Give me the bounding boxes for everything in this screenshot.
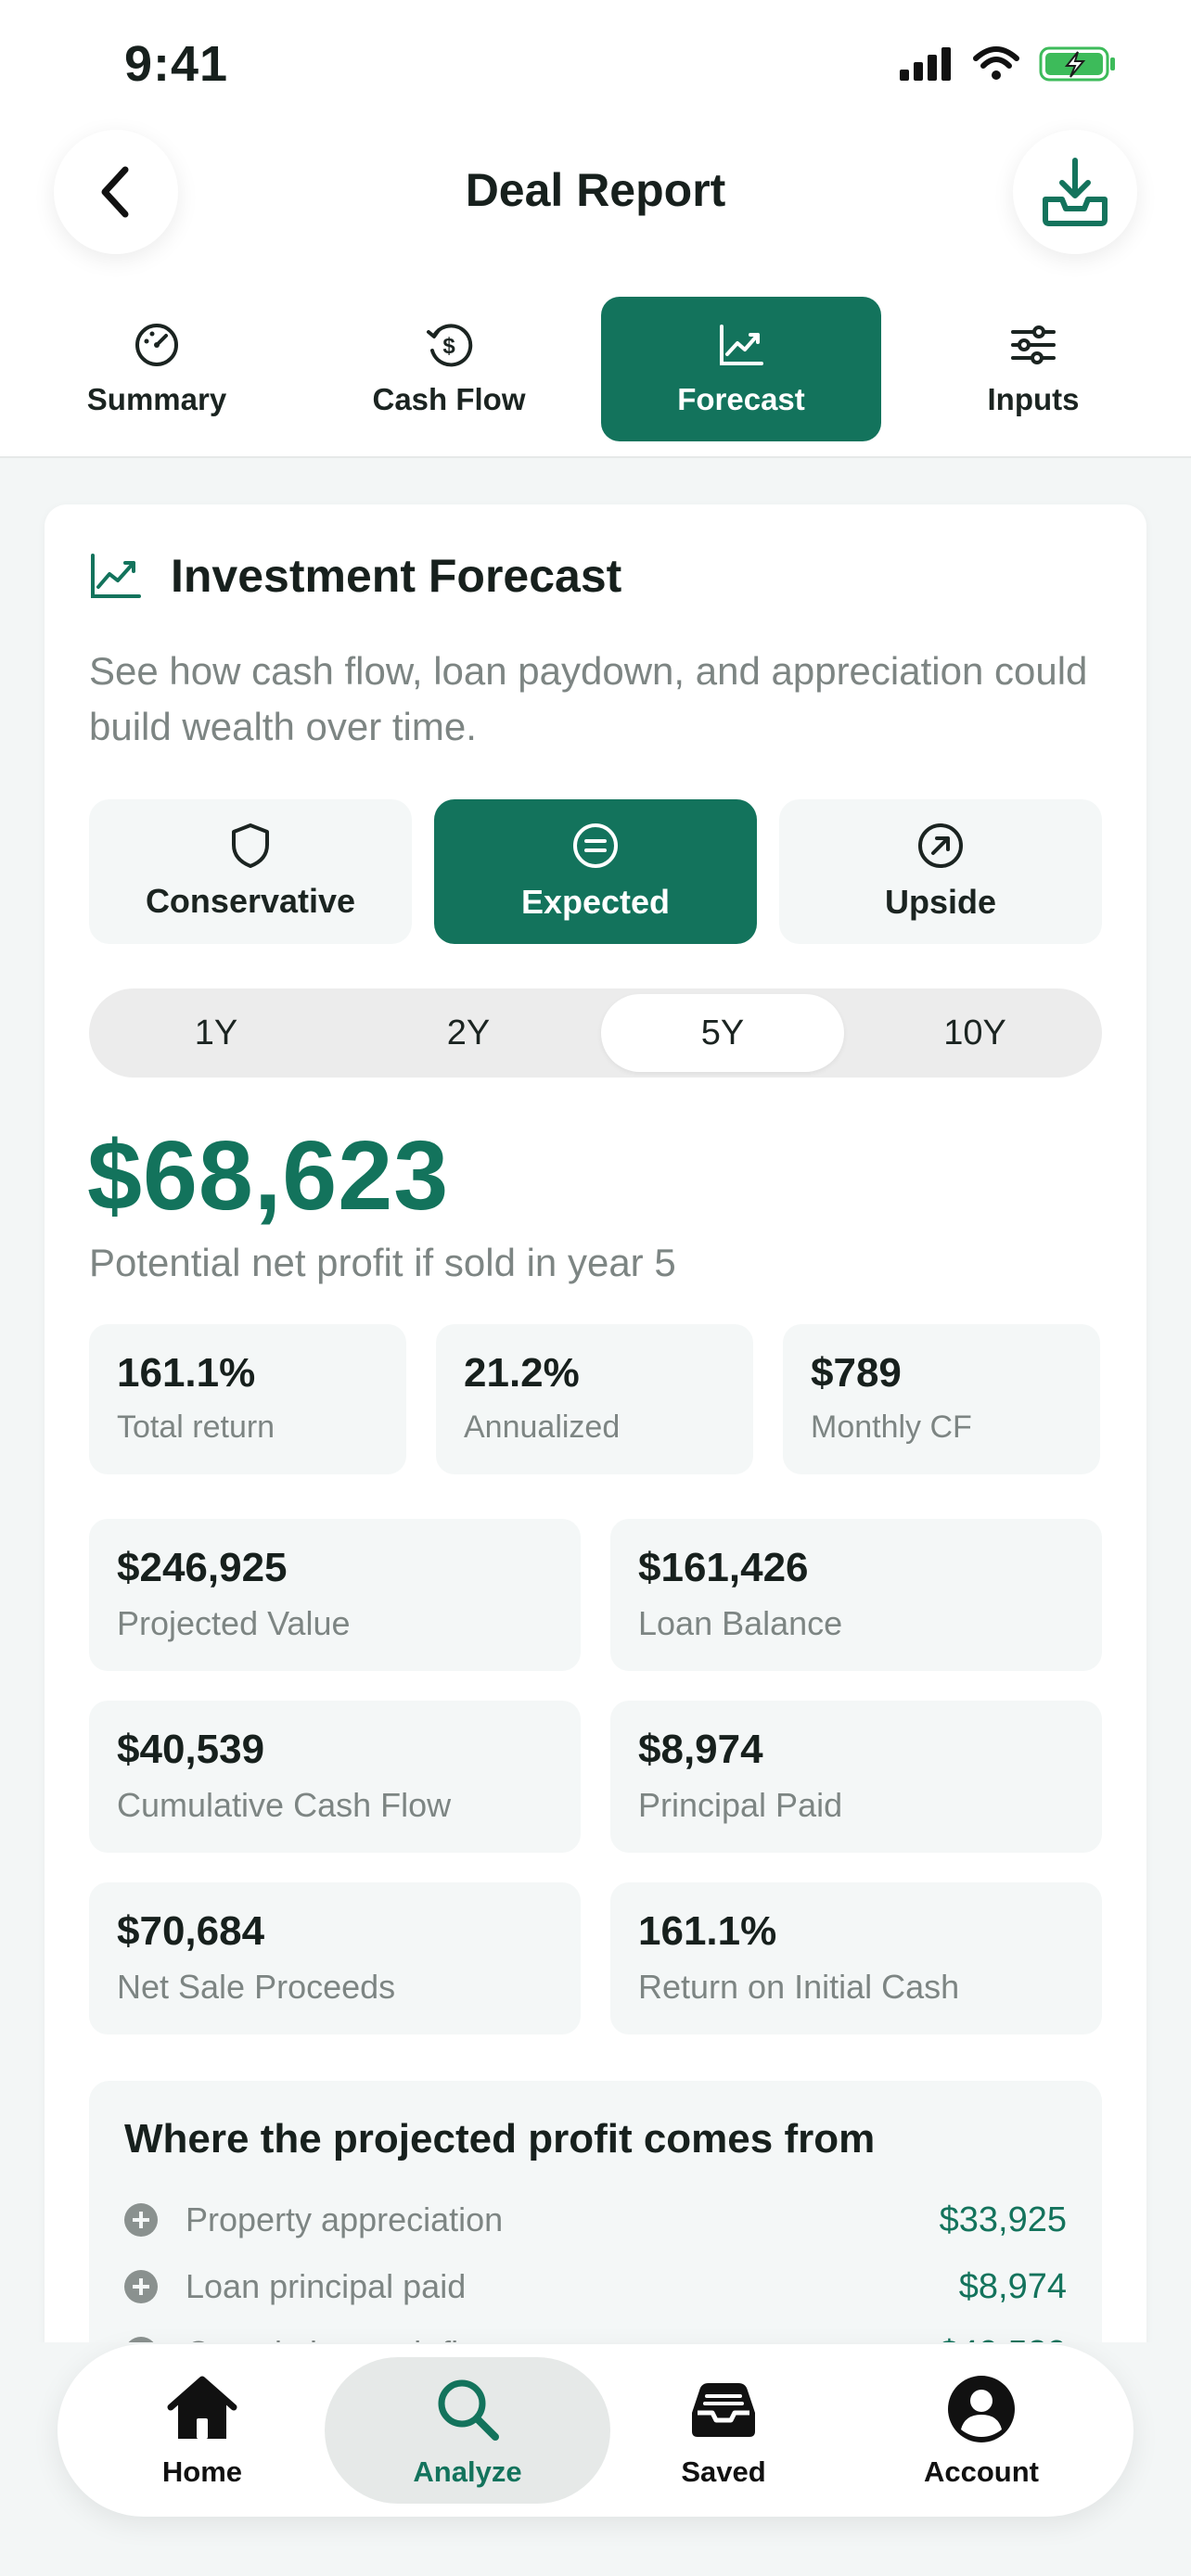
stat-value: $8,974 <box>638 1727 763 1772</box>
gauge-icon <box>135 324 178 366</box>
period-selector: 1Y 2Y 5Y 10Y <box>89 988 1102 1078</box>
stat-value: $161,426 <box>638 1545 809 1590</box>
tab-cash-flow[interactable]: $ Cash Flow <box>309 297 589 441</box>
net-profit-value: $68,623 <box>87 1121 450 1231</box>
stat-label: Loan Balance <box>638 1604 843 1642</box>
stat-net-sale-proceeds: $70,684 Net Sale Proceeds <box>89 1882 581 2034</box>
stat-value: $40,539 <box>117 1727 265 1772</box>
tab-summary[interactable]: Summary <box>17 297 297 441</box>
stat-principal-paid: $8,974 Principal Paid <box>610 1701 1102 1853</box>
breakdown-label: Property appreciation <box>186 2200 504 2238</box>
tab-label: Cash Flow <box>372 382 526 416</box>
chart-line-icon <box>91 554 141 598</box>
arrow-up-right-circle-icon <box>918 823 963 868</box>
breakdown-amount: $33,925 <box>939 2200 1067 2239</box>
stat-label: Principal Paid <box>638 1786 843 1824</box>
plus-icon <box>124 2203 158 2237</box>
stat-label: Cumulative Cash Flow <box>117 1786 452 1824</box>
scenario-label: Upside <box>884 883 997 921</box>
card-title: Investment Forecast <box>171 550 622 602</box>
card-header: Investment Forecast <box>89 549 621 603</box>
stat-label: Projected Value <box>117 1604 351 1642</box>
tabbar-label: Home <box>161 2455 243 2488</box>
tab-label: Inputs <box>987 382 1080 416</box>
stat-value: $246,925 <box>117 1545 288 1590</box>
equals-circle-icon <box>573 823 618 868</box>
stat-cumulative-cash-flow: $40,539 Cumulative Cash Flow <box>89 1701 581 1853</box>
mini-stat-value: 161.1% <box>117 1350 256 1396</box>
forecast-card: Investment Forecast See how cash flow, l… <box>45 504 1146 2576</box>
status-time: 9:41 <box>124 36 229 92</box>
tabbar-label: Analyze <box>413 2455 522 2488</box>
stat-value: $70,684 <box>117 1908 265 1954</box>
mini-stat-total-return: 161.1% Total return <box>89 1324 406 1474</box>
mini-stat-label: Annualized <box>464 1409 621 1445</box>
breakdown-title: Where the projected profit comes from <box>124 2116 876 2162</box>
card-description: See how cash flow, loan paydown, and app… <box>89 649 1088 748</box>
tabbar-saved[interactable]: Saved <box>581 2357 866 2504</box>
stat-value: 161.1% <box>638 1908 777 1954</box>
status-icons <box>898 45 1117 83</box>
report-tabs: Summary $ Cash Flow Forecast Inputs <box>0 297 1191 443</box>
period-5y[interactable]: 5Y <box>601 994 844 1072</box>
mini-stat-label: Monthly CF <box>811 1409 972 1445</box>
breakdown-row: Property appreciation $33,925 <box>124 2194 1067 2246</box>
period-10y[interactable]: 10Y <box>853 994 1096 1072</box>
export-button[interactable] <box>1013 130 1137 254</box>
net-profit-caption: Potential net profit if sold in year 5 <box>89 1241 676 1284</box>
account-icon <box>948 2376 1015 2442</box>
tabbar-label: Saved <box>681 2455 766 2488</box>
dollar-cycle-icon: $ <box>427 324 473 367</box>
plus-icon <box>124 2270 158 2303</box>
scenario-upside[interactable]: Upside <box>779 799 1102 944</box>
wifi-icon <box>973 46 1019 80</box>
tabbar-label: Account <box>924 2455 1039 2488</box>
period-1y[interactable]: 1Y <box>95 994 338 1072</box>
mini-stat-value: 21.2% <box>464 1350 580 1396</box>
stat-loan-balance: $161,426 Loan Balance <box>610 1519 1102 1671</box>
stat-projected-value: $246,925 Projected Value <box>89 1519 581 1671</box>
breakdown-row: Loan principal paid $8,974 <box>124 2261 1067 2313</box>
scenario-label: Conservative <box>145 882 356 920</box>
battery-charging-icon <box>1039 46 1115 82</box>
sliders-icon <box>1011 325 1056 364</box>
tab-forecast[interactable]: Forecast <box>601 297 881 441</box>
chart-line-icon <box>720 325 763 365</box>
breakdown-amount: $8,974 <box>958 2266 1067 2306</box>
tabbar-account[interactable]: Account <box>839 2357 1124 2504</box>
download-tray-icon <box>1043 158 1108 226</box>
shield-icon <box>232 823 269 868</box>
scenario-conservative[interactable]: Conservative <box>89 799 412 944</box>
stat-label: Net Sale Proceeds <box>117 1968 396 2006</box>
tab-label: Summary <box>86 382 227 416</box>
mini-stat-monthly-cf: $789 Monthly CF <box>783 1324 1100 1474</box>
signal-icon <box>900 47 951 81</box>
stat-return-on-initial-cash: 161.1% Return on Initial Cash <box>610 1882 1102 2034</box>
breakdown-label: Loan principal paid <box>186 2267 467 2305</box>
search-icon <box>438 2379 499 2441</box>
tab-label: Forecast <box>677 382 805 416</box>
top-bar: 9:41 Deal Report Summary $ Cash Flow For… <box>0 0 1191 458</box>
tabbar-analyze[interactable]: Analyze <box>325 2357 610 2504</box>
home-icon <box>167 2376 237 2439</box>
period-2y[interactable]: 2Y <box>347 994 590 1072</box>
tabbar-home[interactable]: Home <box>59 2357 345 2504</box>
stat-label: Return on Initial Cash <box>638 1968 960 2006</box>
inbox-icon <box>692 2383 755 2437</box>
scenario-expected[interactable]: Expected <box>434 799 757 944</box>
mini-stat-value: $789 <box>811 1350 902 1396</box>
scenario-label: Expected <box>520 883 671 921</box>
mini-stat-label: Total return <box>117 1409 275 1445</box>
mini-stat-annualized: 21.2% Annualized <box>436 1324 753 1474</box>
tab-inputs[interactable]: Inputs <box>893 297 1173 441</box>
svg-text:$: $ <box>442 334 455 359</box>
bottom-tab-bar: Home Analyze Saved Account <box>58 2344 1133 2517</box>
